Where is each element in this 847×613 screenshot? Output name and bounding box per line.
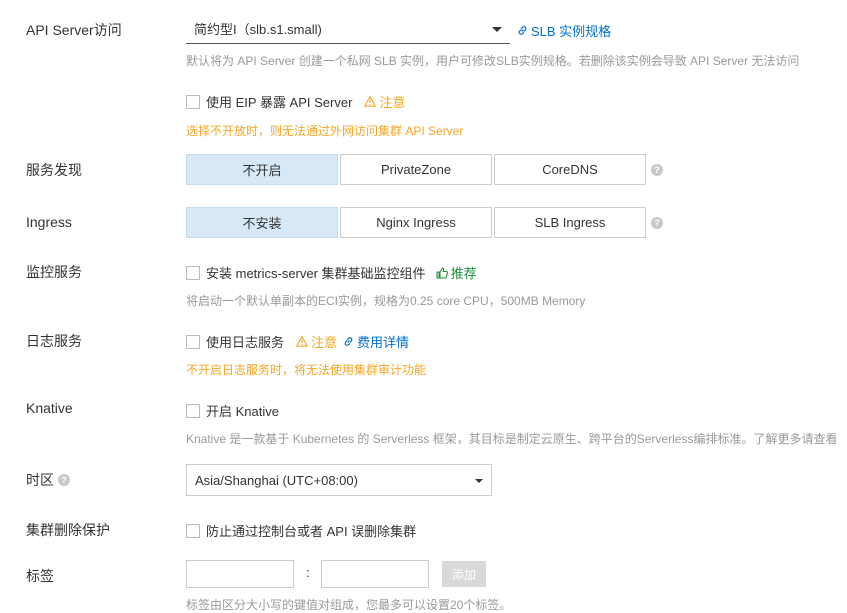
ingress-option-slb[interactable]: SLB Ingress [494, 207, 646, 238]
warning-icon [296, 336, 309, 347]
recommend-badge: 推荐 [436, 263, 477, 282]
ingress-group: 不安装 Nginx Ingress SLB Ingress [186, 207, 648, 238]
tag-key-input[interactable] [186, 560, 294, 588]
tags-label: 标签 [26, 568, 54, 584]
warning-icon [364, 96, 377, 107]
eip-notice: 注意 [364, 92, 405, 111]
logging-warning: 不开启日志服务时，将无法使用集群审计功能 [186, 363, 427, 377]
slb-spec-link-text: SLB 实例规格 [531, 24, 612, 39]
monitoring-checkbox[interactable] [186, 265, 200, 280]
monitoring-hint: 将启动一个默认单副本的ECI实例，规格为0.25 core CPU，500MB … [186, 294, 586, 308]
ingress-option-nginx[interactable]: Nginx Ingress [340, 207, 492, 238]
add-tag-button[interactable]: 添加 [442, 561, 486, 587]
recommend-text: 推荐 [450, 266, 477, 281]
delete-protection-checkbox[interactable] [186, 523, 200, 538]
eip-checkbox[interactable] [186, 94, 200, 109]
logging-checkbox-label: 使用日志服务 [206, 335, 285, 350]
timezone-label: 时区 [26, 472, 54, 488]
help-icon[interactable]: ? [651, 164, 663, 176]
ingress-label: Ingress [26, 214, 72, 230]
chevron-down-icon [475, 479, 483, 483]
monitoring-option: 安装 metrics-server 集群基础监控组件 推荐 [186, 263, 477, 282]
fee-details-link[interactable]: 费用详情 [343, 332, 409, 351]
knative-label: Knative [26, 400, 73, 416]
eip-checkbox-label: 使用 EIP 暴露 API Server [206, 95, 353, 110]
delete-protection-option: 防止通过控制台或者 API 误删除集群 [186, 521, 416, 540]
service-discovery-option-privatezone[interactable]: PrivateZone [340, 154, 492, 185]
service-discovery-option-none[interactable]: 不开启 [186, 154, 338, 185]
eip-option: 使用 EIP 暴露 API Server 注意 [186, 92, 405, 111]
thumbs-up-icon [436, 266, 448, 279]
knative-option: 开启 Knative [186, 401, 279, 420]
slb-spec-select[interactable]: 简约型I（slb.s1.small) [186, 14, 510, 44]
monitoring-label: 监控服务 [26, 264, 82, 280]
timezone-value: Asia/Shanghai (UTC+08:00) [195, 472, 358, 488]
monitoring-checkbox-label: 安装 metrics-server 集群基础监控组件 [206, 266, 426, 281]
slb-spec-value: 简约型I（slb.s1.small) [194, 22, 322, 37]
service-discovery-option-coredns[interactable]: CoreDNS [494, 154, 646, 185]
tag-separator: : [306, 565, 310, 580]
delete-protection-checkbox-label: 防止通过控制台或者 API 误删除集群 [206, 524, 417, 539]
timezone-label-group: 时区 ? [26, 470, 70, 490]
timezone-select[interactable]: Asia/Shanghai (UTC+08:00) [186, 464, 492, 496]
help-icon[interactable]: ? [651, 217, 663, 229]
logging-checkbox[interactable] [186, 334, 200, 349]
link-icon [343, 336, 354, 347]
help-icon[interactable]: ? [58, 474, 70, 486]
eip-notice-text: 注意 [379, 95, 406, 110]
knative-hint: Knative 是一款基于 Kubernetes 的 Serverless 框架… [186, 432, 838, 446]
logging-option: 使用日志服务 注意 费用详情 [186, 332, 409, 351]
api-server-label: API Server访问 [26, 22, 122, 38]
delete-protection-label: 集群删除保护 [26, 522, 110, 538]
knative-checkbox-label: 开启 Knative [206, 404, 279, 419]
service-discovery-label: 服务发现 [26, 162, 82, 178]
logging-label: 日志服务 [26, 333, 82, 349]
link-icon [517, 25, 528, 36]
logging-notice: 注意 [296, 332, 337, 351]
api-server-hint: 默认将为 API Server 创建一个私网 SLB 实例，用户可修改SLB实例… [186, 54, 800, 68]
chevron-down-icon [492, 26, 502, 32]
tags-hint: 标签由区分大小写的键值对组成，您最多可以设置20个标签。 [186, 598, 512, 612]
tag-value-input[interactable] [321, 560, 429, 588]
fee-details-link-text: 费用详情 [357, 335, 410, 350]
logging-notice-text: 注意 [311, 335, 338, 350]
eip-warning: 选择不开放时，则无法通过外网访问集群 API Server [186, 124, 464, 138]
service-discovery-group: 不开启 PrivateZone CoreDNS [186, 154, 648, 185]
ingress-option-none[interactable]: 不安装 [186, 207, 338, 238]
knative-checkbox[interactable] [186, 403, 200, 418]
slb-spec-link[interactable]: SLB 实例规格 [517, 21, 611, 40]
